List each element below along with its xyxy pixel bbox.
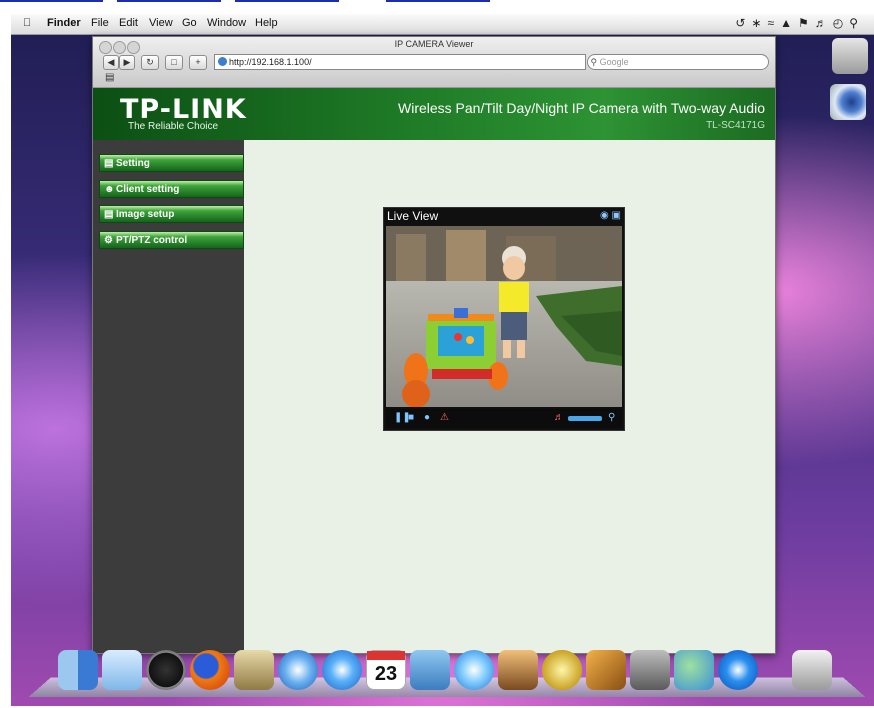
dock: 23	[28, 646, 866, 700]
safari-icon[interactable]	[278, 650, 318, 690]
search-icon: ⚲	[590, 57, 598, 67]
top-link-4[interactable]	[386, 0, 490, 2]
eject-icon[interactable]: ▲	[780, 16, 798, 30]
volume-icon[interactable]: ♬	[815, 16, 833, 30]
camera-scene-image	[386, 226, 622, 407]
page-header: TP-LINK The Reliable Choice Wireless Pan…	[93, 88, 775, 140]
ichat-icon[interactable]	[322, 650, 362, 690]
window-title: IP CAMERA Viewer	[394, 39, 474, 49]
finder-icon[interactable]	[58, 650, 98, 690]
ical-icon[interactable]: 23	[366, 650, 406, 690]
iphoto-icon[interactable]	[410, 650, 450, 690]
ptz-icon: ⚙	[104, 235, 113, 246]
live-view-toolbar: ◉ ▣	[600, 210, 621, 221]
camera-app-icon[interactable]	[830, 84, 866, 120]
back-button[interactable]: ◀	[103, 55, 119, 70]
wifi-icon[interactable]: ≈	[767, 16, 780, 30]
tagline: The Reliable Choice	[128, 121, 219, 132]
globe-icon	[218, 57, 227, 66]
clock-icon[interactable]: ◴	[833, 16, 849, 30]
photo-booth-icon[interactable]	[498, 650, 538, 690]
url-bar[interactable]: http://192.168.1.100/	[214, 54, 586, 70]
sidebar-item-client-setting[interactable]: ☻ Client setting	[99, 180, 244, 198]
help-menu[interactable]: Help	[255, 17, 278, 29]
edit-menu[interactable]: Edit	[119, 17, 138, 29]
fullscreen-icon[interactable]: ▣	[612, 210, 621, 221]
finder-menu[interactable]: Finder	[47, 17, 81, 29]
camera-video-feed[interactable]	[386, 226, 622, 407]
image-icon: ▤	[104, 209, 114, 220]
menu-status-icons: ↺∗≈▲⚑♬◴⚲	[735, 16, 864, 30]
top-link-1[interactable]	[0, 0, 103, 2]
sidebar-item-ptz-control[interactable]: ⚙ PT/PTZ control	[99, 231, 244, 249]
spotlight-icon[interactable]: ⚲	[849, 16, 864, 30]
page-icon: ▤	[104, 158, 114, 169]
contacts-icon[interactable]	[674, 650, 714, 690]
bookmarks-icon[interactable]: ▤	[105, 72, 114, 83]
mic-off-icon[interactable]: ⚠	[440, 412, 449, 423]
bookmarks-bar: ▤	[93, 71, 775, 87]
top-link-2[interactable]	[117, 0, 221, 2]
apple-menu-icon[interactable]: 	[23, 17, 31, 29]
zoom-icon[interactable]: ⚲	[608, 412, 615, 423]
garageband-icon[interactable]	[586, 650, 626, 690]
trash-icon[interactable]	[792, 650, 832, 690]
browser-titlebar: IP CAMERA Viewer ◀ ▶ ↻ □ + http://192.16…	[93, 37, 775, 88]
stop-icon[interactable]: ■	[408, 412, 414, 423]
system-prefs-icon[interactable]	[630, 650, 670, 690]
top-link-3[interactable]	[235, 0, 339, 2]
model-number: TL-SC4171G	[706, 120, 765, 131]
gauge-icon[interactable]	[146, 650, 186, 690]
mail-icon[interactable]	[234, 650, 274, 690]
add-bookmark-button[interactable]: +	[189, 55, 207, 70]
star-icon[interactable]	[542, 650, 582, 690]
record-icon[interactable]: ●	[424, 412, 430, 423]
live-view-title: Live View	[387, 209, 439, 223]
quicktime-icon[interactable]	[718, 650, 758, 690]
view-menu[interactable]: View	[149, 17, 173, 29]
users-icon: ☻	[104, 184, 115, 195]
file-menu[interactable]: File	[91, 17, 109, 29]
sidebar-item-image-setup[interactable]: ▤ Image setup	[99, 205, 244, 223]
product-title: Wireless Pan/Tilt Day/Night IP Camera wi…	[398, 100, 765, 116]
sidebar-item-setting[interactable]: ▤ Setting	[99, 154, 244, 172]
firefox-icon[interactable]	[190, 650, 230, 690]
browser-window: IP CAMERA Viewer ◀ ▶ ↻ □ + http://192.16…	[92, 36, 776, 654]
volume-slider[interactable]	[568, 416, 602, 421]
ical-date: 23	[374, 663, 398, 685]
sidebar-item-label: Image setup	[116, 209, 175, 220]
snapshot-icon[interactable]: ◉	[600, 210, 609, 221]
forward-button[interactable]: ▶	[119, 55, 135, 70]
url-text: http://192.168.1.100/	[229, 57, 312, 67]
reload-button[interactable]: ↻	[141, 55, 159, 70]
hard-drive-icon[interactable]	[832, 38, 868, 74]
dashboard-icon[interactable]	[102, 650, 142, 690]
sidebar: ▤ Setting ☻ Client setting ▤ Image setup ⚙ P…	[93, 140, 244, 653]
speaker-mute-icon[interactable]: ♬	[554, 412, 564, 423]
sidebar-item-label: PT/PTZ control	[116, 235, 188, 246]
sidebar-item-label: Client setting	[116, 184, 180, 195]
search-field[interactable]: ⚲ Google	[587, 54, 769, 70]
ical-header	[367, 651, 405, 660]
sidebar-item-label: Setting	[116, 158, 150, 169]
window-menu[interactable]: Window	[207, 17, 246, 29]
bluetooth-icon[interactable]: ∗	[751, 16, 767, 30]
live-view-panel: Live View ◉ ▣ ❚❚ ■ ● ⚠ ♬ ⚲	[383, 207, 625, 431]
itunes-icon[interactable]	[454, 650, 494, 690]
video-control-bar: ❚❚ ■ ● ⚠ ♬ ⚲	[386, 409, 622, 428]
flag-icon[interactable]: ⚑	[798, 16, 815, 30]
time-machine-icon[interactable]: ↺	[735, 16, 751, 30]
menu-bar:  Finder File Edit View Go Window Help ↺…	[11, 14, 874, 35]
go-menu[interactable]: Go	[182, 17, 197, 29]
search-placeholder: Google	[599, 57, 629, 67]
snapback-button[interactable]: □	[165, 55, 183, 70]
